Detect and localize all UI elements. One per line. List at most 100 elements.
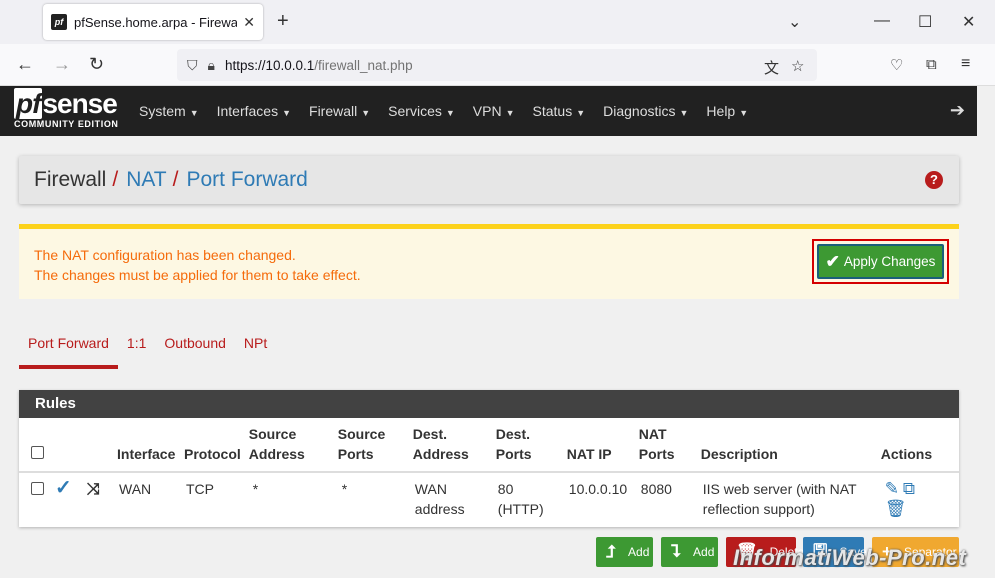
- add-bottom-button[interactable]: ⮧ Add: [661, 537, 718, 567]
- cell-protocol: TCP: [186, 481, 214, 497]
- caret-down-icon: ▼: [679, 108, 689, 118]
- add-top-button[interactable]: ⮥ Add: [596, 537, 653, 567]
- checkmark-icon: ✔: [825, 251, 840, 271]
- rules-panel-title: Rules: [19, 390, 959, 418]
- caret-down-icon: ▼: [189, 108, 199, 118]
- maximize-icon[interactable]: ☐: [918, 12, 932, 32]
- select-all-checkbox[interactable]: [31, 446, 44, 459]
- bookmark-star-icon[interactable]: ☆: [791, 57, 804, 75]
- logo-edition: COMMUNITY EDITION: [14, 119, 119, 129]
- rules-panel: Rules Interface Protocol Source Address S…: [19, 390, 959, 527]
- nat-reflection-shuffle-icon: ⤨: [87, 481, 100, 498]
- minimize-icon[interactable]: —: [874, 12, 890, 30]
- logo-pf: pf: [14, 88, 43, 119]
- caret-down-icon: ▼: [739, 108, 749, 118]
- col-nat-ports[interactable]: NAT Ports: [634, 418, 697, 473]
- col-source-ports[interactable]: Source Ports: [333, 418, 409, 473]
- menu-hamburger-icon[interactable]: ≡: [961, 55, 970, 73]
- menu-services[interactable]: Services ▼: [388, 103, 455, 119]
- cell-source-address: *: [252, 481, 259, 497]
- cell-dest-address: WAN address: [414, 481, 465, 517]
- breadcrumb-separator: /: [172, 168, 179, 191]
- breadcrumb-port-forward[interactable]: Port Forward: [186, 168, 307, 192]
- nat-tabs: Port Forward 1:1 Outbound NPt: [19, 325, 276, 369]
- tab-port-forward[interactable]: Port Forward: [19, 325, 118, 369]
- breadcrumb-nat[interactable]: NAT: [126, 168, 166, 192]
- caret-down-icon: ▼: [361, 108, 371, 118]
- arrow-down-icon: ⮧: [671, 542, 682, 561]
- rule-enabled-check-icon[interactable]: ✓: [55, 477, 72, 499]
- row-checkbox[interactable]: [31, 482, 44, 495]
- col-description[interactable]: Description: [696, 418, 877, 473]
- col-source-address[interactable]: Source Address: [244, 418, 334, 473]
- arrow-up-icon: ⮥: [606, 542, 617, 561]
- main-menu: System ▼ Interfaces ▼ Firewall ▼ Services ▼ …: [130, 86, 757, 136]
- tab-outbound[interactable]: Outbound: [155, 325, 235, 369]
- close-tab-icon[interactable]: ✕: [243, 14, 255, 31]
- cell-interface: WAN: [119, 481, 152, 497]
- url-host: https://10.0.0.1: [224, 57, 315, 73]
- col-dest-ports[interactable]: Dest. Ports: [491, 418, 563, 473]
- menu-system[interactable]: System ▼: [139, 103, 199, 119]
- address-bar[interactable]: ⛉ 🔒︎ https://10.0.0.1/firewall_nat.php 文…: [177, 49, 817, 81]
- back-icon[interactable]: ←: [16, 54, 34, 75]
- menu-vpn[interactable]: VPN ▼: [473, 103, 515, 119]
- rules-table: Interface Protocol Source Address Source P…: [19, 418, 959, 525]
- col-interface[interactable]: Interface: [113, 418, 180, 473]
- apply-changes-button[interactable]: ✔ Apply Changes: [817, 244, 944, 279]
- select-all-cell: [19, 418, 51, 473]
- logout-icon[interactable]: ➔: [950, 100, 965, 121]
- watermark: InformatiWeb-Pro.net: [733, 545, 967, 570]
- close-window-icon[interactable]: ✕: [962, 12, 975, 32]
- page-scrollbar[interactable]: [977, 86, 995, 578]
- apply-changes-label: Apply Changes: [843, 254, 936, 269]
- col-nat-ip[interactable]: NAT IP: [562, 418, 635, 473]
- copy-icon[interactable]: ⧉: [903, 479, 915, 498]
- changes-alert: The NAT configuration has been changed. …: [19, 224, 959, 299]
- logo-sense: sense: [42, 88, 117, 119]
- caret-down-icon: ▼: [505, 108, 515, 118]
- cell-dest-ports: 80 (HTTP): [497, 481, 544, 517]
- caret-down-icon: ▼: [445, 108, 455, 118]
- apply-highlight: ✔ Apply Changes: [812, 239, 949, 284]
- pocket-icon[interactable]: ♡: [890, 56, 903, 74]
- menu-interfaces[interactable]: Interfaces ▼: [217, 103, 291, 119]
- browser-tab[interactable]: pf pfSense.home.arpa - Firewall: N ✕: [43, 4, 263, 40]
- translate-icon[interactable]: 文: [764, 57, 779, 78]
- cell-actions: ✎ ⧉ 🗑︎: [877, 472, 959, 525]
- delete-trash-icon[interactable]: 🗑︎: [885, 499, 907, 518]
- menu-firewall[interactable]: Firewall ▼: [309, 103, 370, 119]
- list-tabs-icon[interactable]: ⌄: [788, 12, 801, 32]
- alert-line-1: The NAT configuration has been changed.: [34, 247, 296, 263]
- forward-icon[interactable]: →: [53, 54, 71, 75]
- pfsense-favicon-icon: pf: [51, 14, 67, 30]
- table-row[interactable]: ✓ ⤨ WAN TCP * * WAN address 80 (HTTP) 10.0…: [19, 472, 959, 525]
- breadcrumb-separator: /: [112, 168, 119, 191]
- breadcrumb-firewall: Firewall: [34, 168, 107, 191]
- lock-icon[interactable]: 🔒︎: [208, 57, 215, 74]
- browser-tab-title: pfSense.home.arpa - Firewall: N: [74, 14, 238, 30]
- col-actions: Actions: [876, 418, 959, 473]
- browser-tab-bar: pf pfSense.home.arpa - Firewall: N ✕ + ⌄…: [0, 0, 995, 44]
- tab-npt[interactable]: NPt: [235, 325, 276, 369]
- extensions-icon[interactable]: ⧉: [926, 56, 937, 73]
- menu-status[interactable]: Status ▼: [533, 103, 586, 119]
- help-icon[interactable]: ?: [925, 171, 943, 189]
- menu-diagnostics[interactable]: Diagnostics ▼: [603, 103, 688, 119]
- tab-1-to-1[interactable]: 1:1: [118, 325, 155, 369]
- pfsense-logo[interactable]: pfsense COMMUNITY EDITION: [14, 88, 119, 129]
- alert-line-2: The changes must be applied for them to …: [34, 267, 361, 283]
- cell-description: IIS web server (with NAT reflection suppo…: [702, 481, 857, 517]
- shield-icon[interactable]: ⛉: [187, 57, 198, 74]
- cell-nat-ports: 8080: [640, 481, 672, 497]
- pfsense-navbar: pfsense COMMUNITY EDITION System ▼ Interf…: [0, 86, 977, 136]
- menu-help[interactable]: Help ▼: [706, 103, 748, 119]
- col-dest-address[interactable]: Dest. Address: [408, 418, 492, 473]
- alert-message: The NAT configuration has been changed. …: [34, 245, 361, 285]
- url-path: /firewall_nat.php: [314, 57, 413, 73]
- new-tab-icon[interactable]: +: [277, 10, 289, 33]
- reload-icon[interactable]: ↻: [89, 54, 104, 75]
- edit-pencil-icon[interactable]: ✎: [885, 479, 899, 498]
- col-protocol[interactable]: Protocol: [180, 418, 245, 473]
- table-header-row: Interface Protocol Source Address Source P…: [19, 418, 959, 473]
